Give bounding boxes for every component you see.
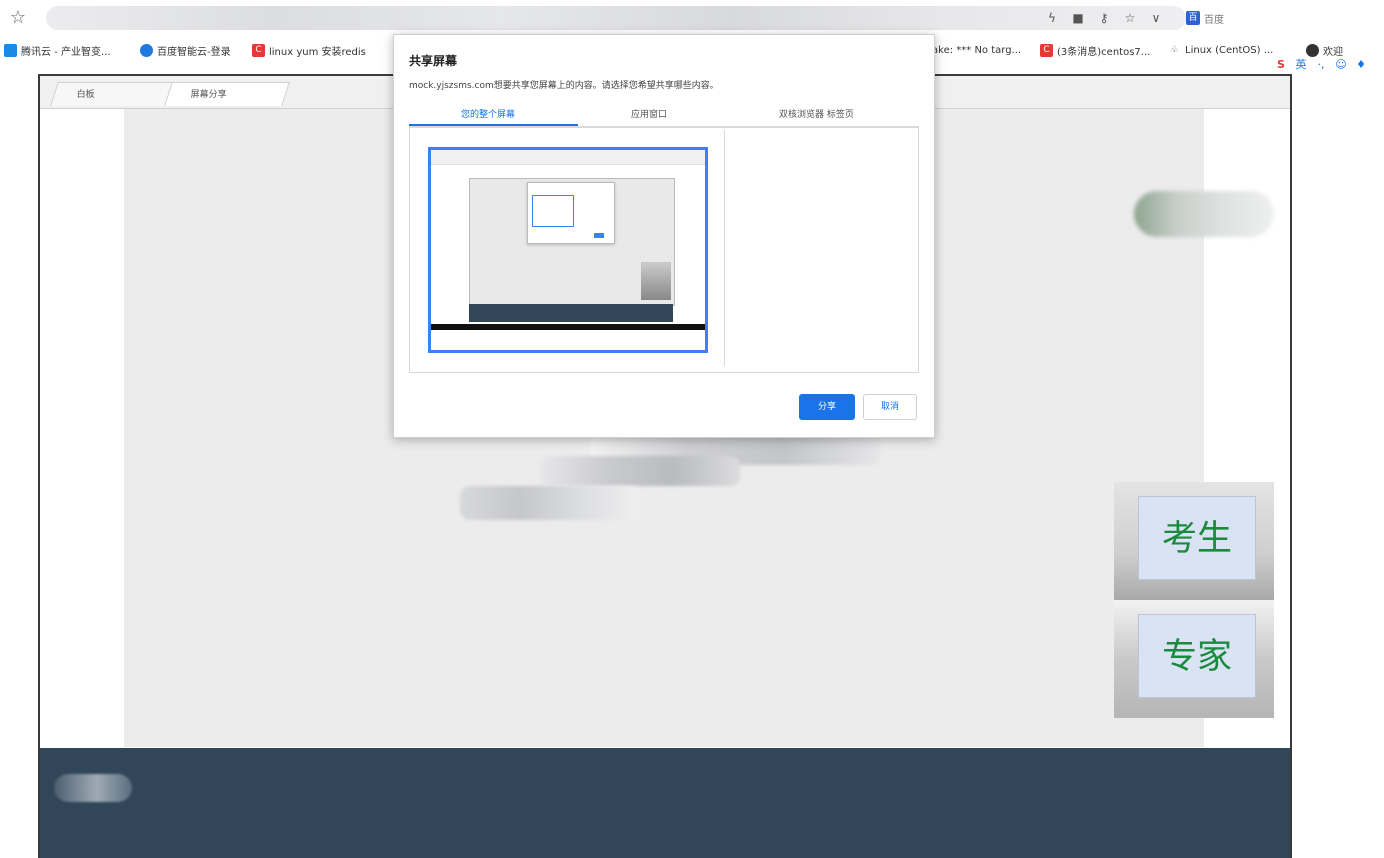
tab-app-window[interactable]: 应用窗口	[631, 107, 667, 120]
bookmark-item[interactable]: 腾讯云 - 产业智变...	[4, 42, 111, 58]
cloud-icon	[4, 43, 17, 57]
bookmark-label: (3条消息)centos7...	[1057, 46, 1151, 58]
video-tile-expert[interactable]: 专家	[1114, 600, 1274, 718]
sogou-input-icon[interactable]: S	[1274, 58, 1288, 72]
blurred-watermark	[460, 486, 640, 520]
search-engine-selector[interactable]: 百 百度	[1186, 8, 1224, 28]
video-tile-candidate[interactable]: 考生	[1114, 482, 1274, 600]
csdn-icon: C	[1040, 43, 1053, 57]
bookmark-item[interactable]: 百度智能云-登录	[140, 42, 231, 58]
csdn-icon: C	[252, 43, 265, 57]
cancel-button[interactable]: 取消	[863, 394, 917, 420]
screen-picker	[409, 127, 919, 373]
share-screen-dialog: 共享屏幕 mock.yjszsms.com想要共享您屏幕上的内容。请选择您希望共…	[393, 34, 935, 438]
bookmark-item[interactable]: 欢迎	[1306, 42, 1343, 58]
bookmark-item[interactable]: ♧ Linux (CentOS) ...	[1168, 42, 1273, 58]
bookmark-label: linux yum 安装redis	[269, 46, 366, 58]
thumbnail-camera	[641, 262, 671, 300]
thumbnail-button	[594, 233, 604, 238]
video-label: 考生	[1138, 496, 1256, 580]
bottom-control-bar	[40, 748, 1290, 858]
emoji-icon[interactable]: ☺	[1334, 58, 1348, 72]
blurred-user-info	[1134, 191, 1274, 237]
globe-icon	[1306, 43, 1319, 57]
tab-screen-share[interactable]: 屏幕分享	[164, 82, 290, 106]
bookmark-label: ake: *** No targ...	[932, 44, 1022, 56]
punctuation-icon[interactable]: ·,	[1314, 58, 1328, 72]
bookmark-label: 腾讯云 - 产业智变...	[21, 46, 111, 58]
bookmark-item[interactable]: ake: *** No targ...	[932, 42, 1021, 58]
tab-label: 屏幕分享	[190, 90, 227, 100]
tab-entire-screen[interactable]: 您的整个屏幕	[461, 107, 515, 120]
address-bar-icons: ϟ ■ ⚷ ☆ ∨	[1044, 9, 1164, 27]
dialog-tabs: 您的整个屏幕 应用窗口 双核浏览器 标签页	[409, 103, 919, 127]
bookmark-label: Linux (CentOS) ...	[1185, 44, 1274, 56]
screen-thumbnail[interactable]	[428, 147, 708, 353]
language-toggle-icon[interactable]: 英	[1294, 58, 1308, 72]
blurred-control	[54, 774, 132, 802]
star-icon[interactable]: ☆	[1122, 11, 1138, 25]
share-button[interactable]: 分享	[799, 394, 855, 420]
thumbnail-dialog	[527, 182, 615, 244]
address-bar[interactable]	[46, 6, 1186, 30]
bookmark-label: 欢迎	[1323, 46, 1343, 58]
dialog-description: mock.yjszsms.com想要共享您屏幕上的内容。请选择您希望共享哪些内容…	[409, 81, 719, 91]
baidu-cloud-icon	[140, 43, 153, 57]
blurred-watermark	[540, 456, 740, 486]
active-tab-indicator	[409, 124, 578, 126]
video-icon[interactable]: ■	[1070, 11, 1086, 25]
key-icon[interactable]: ⚷	[1096, 11, 1112, 25]
bookmark-label: 百度智能云-登录	[157, 46, 231, 58]
thumbnail-bar	[469, 304, 673, 322]
video-label: 专家	[1138, 614, 1256, 698]
bookmark-item[interactable]: C (3条消息)centos7...	[1040, 42, 1150, 58]
thumbnail-inner	[532, 195, 574, 227]
browser-toolbar: ☆ ϟ ■ ⚷ ☆ ∨ 百 百度	[0, 0, 1384, 36]
baidu-logo-icon: 百	[1186, 11, 1200, 25]
lightning-icon[interactable]: ϟ	[1044, 11, 1060, 25]
thumbnail-taskbar	[431, 324, 705, 330]
tab-browser-tab[interactable]: 双核浏览器 标签页	[779, 107, 854, 120]
linux-icon: ♧	[1170, 44, 1179, 55]
extension-icons: S 英 ·, ☺ ♦	[1274, 58, 1368, 72]
chevron-down-icon[interactable]: ∨	[1148, 11, 1164, 25]
bookmark-star-icon[interactable]: ☆	[8, 8, 28, 28]
microphone-icon[interactable]: ♦	[1354, 58, 1368, 72]
tab-whiteboard[interactable]: 白板	[50, 82, 176, 106]
tab-label: 白板	[76, 90, 95, 100]
search-engine-label: 百度	[1204, 14, 1224, 26]
bookmark-item[interactable]: C linux yum 安装redis	[252, 42, 366, 58]
thumbnail-browser	[431, 150, 705, 165]
screen-option[interactable]	[412, 130, 725, 366]
dialog-title: 共享屏幕	[409, 54, 458, 68]
